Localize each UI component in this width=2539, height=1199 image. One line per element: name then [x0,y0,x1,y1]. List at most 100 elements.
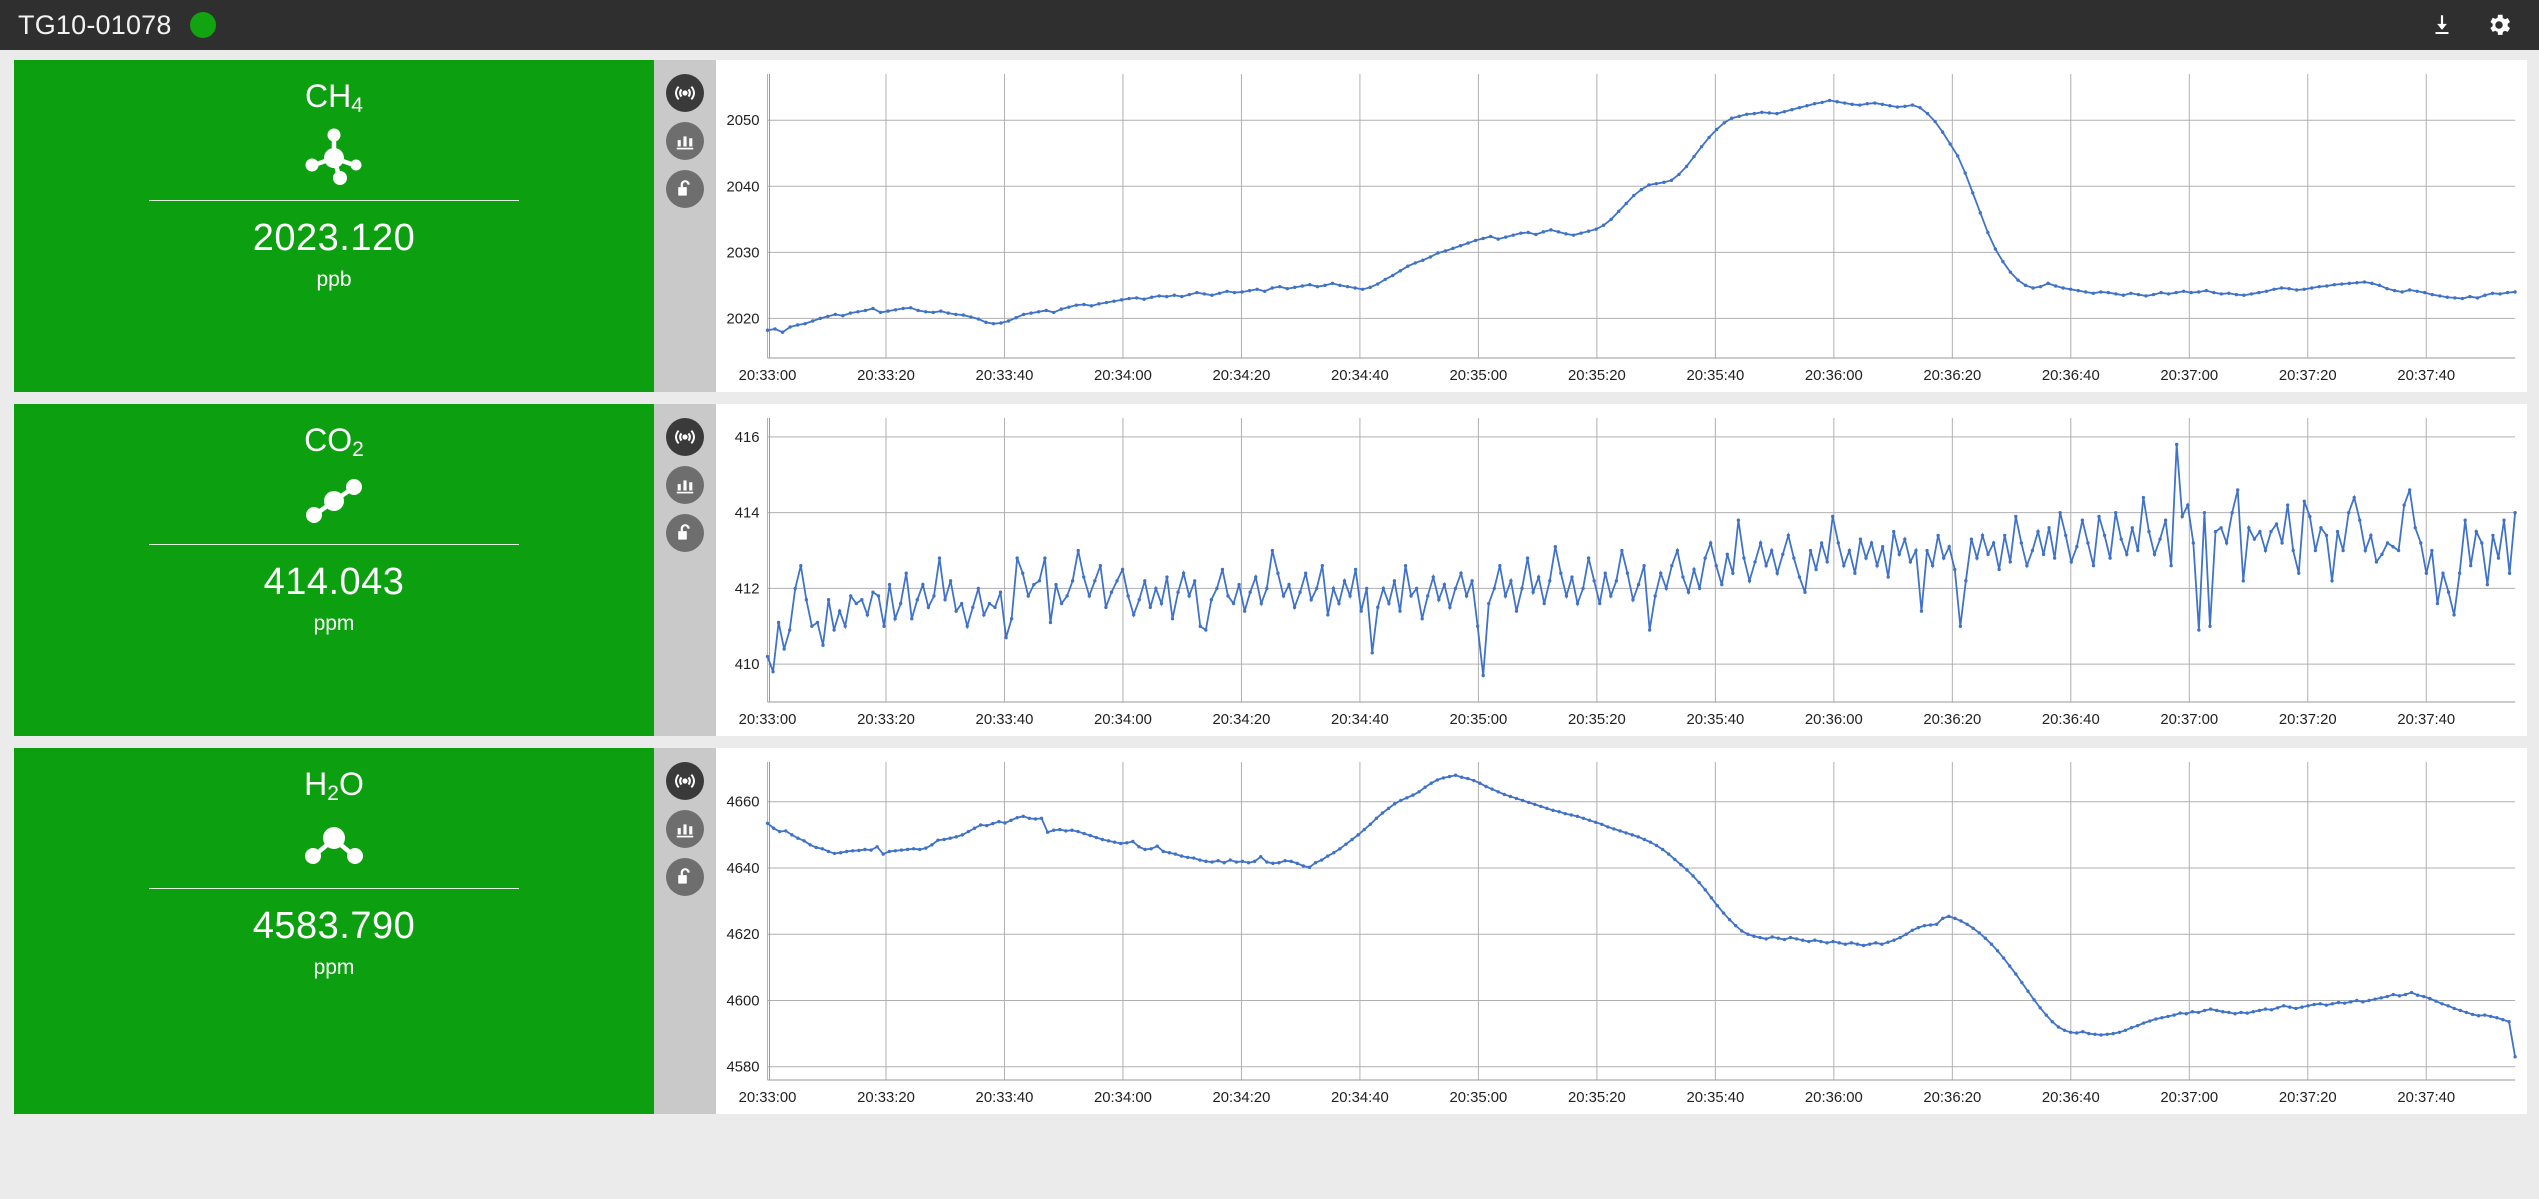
gas-formula-co2: CO2 [304,422,364,461]
x-tick-label: 20:35:00 [1449,367,1507,384]
icon-rail-ch4 [654,60,716,392]
gas-card-co2[interactable]: CO2 414.043 ppm [14,404,654,736]
gas-unit-h2o: ppm [313,956,355,979]
x-tick-label: 20:35:40 [1686,367,1744,384]
x-tick-label: 20:34:20 [1213,367,1271,384]
x-tick-label: 20:36:00 [1805,711,1863,728]
x-tick-label: 20:34:00 [1094,367,1152,384]
x-tick-label: 20:37:20 [2279,711,2337,728]
gas-card-h2o[interactable]: H2O 4583.790 ppm [14,748,654,1114]
water-molecule-icon [298,812,370,874]
y-tick-label: 412 [735,580,760,597]
x-tick-label: 20:37:00 [2160,1089,2218,1106]
y-tick-label: 2030 [727,244,760,261]
gear-icon[interactable] [2485,11,2513,39]
icon-rail-h2o [654,748,716,1114]
x-tick-label: 20:37:40 [2397,1089,2455,1106]
x-tick-label: 20:33:00 [739,367,797,384]
y-tick-label: 410 [735,656,760,673]
gas-row-h2o: H2O 4583.790 ppm 4580 4600 4620 4640 466… [14,748,2527,1114]
methane-molecule-icon [298,124,370,186]
x-tick-label: 20:33:20 [857,1089,915,1106]
y-tick-label: 4580 [727,1059,760,1076]
x-tick-label: 20:35:20 [1568,711,1626,728]
series-line [767,99,2516,334]
x-tick-label: 20:34:00 [1094,711,1152,728]
x-tick-label: 20:36:20 [1923,1089,1981,1106]
x-tick-label: 20:37:20 [2279,1089,2337,1106]
x-tick-label: 20:35:00 [1449,711,1507,728]
gas-row-co2: CO2 414.043 ppm 410 412 414 416 20:33:00… [14,404,2527,736]
x-tick-label: 20:34:20 [1213,1089,1271,1106]
x-tick-label: 20:36:00 [1805,1089,1863,1106]
unlock-icon[interactable] [666,514,704,552]
series-line [766,444,2516,676]
x-tick-label: 20:33:40 [976,1089,1034,1106]
carbon-dioxide-molecule-icon [298,468,370,530]
bar-chart-icon[interactable] [666,810,704,848]
x-tick-label: 20:33:20 [857,711,915,728]
y-tick-label: 416 [735,429,760,446]
gas-card-ch4[interactable]: CH4 2023.120 ppb [14,60,654,392]
x-tick-label: 20:36:40 [2042,1089,2100,1106]
x-tick-label: 20:37:40 [2397,367,2455,384]
y-tick-label: 2040 [727,178,760,195]
x-tick-label: 20:34:20 [1213,711,1271,728]
x-tick-label: 20:35:20 [1568,367,1626,384]
x-tick-label: 20:35:00 [1449,1089,1507,1106]
card-divider [149,544,519,545]
y-tick-label: 414 [735,505,760,522]
x-tick-label: 20:37:00 [2160,367,2218,384]
gas-formula-h2o: H2O [304,766,364,805]
x-tick-label: 20:36:00 [1805,367,1863,384]
y-tick-label: 2050 [727,112,760,129]
card-divider [149,888,519,889]
x-tick-label: 20:34:40 [1331,1089,1389,1106]
gas-row-ch4: CH4 2023.120 ppb 2020 2030 2040 2050 20:… [14,60,2527,392]
x-tick-label: 20:33:20 [857,367,915,384]
connection-status-indicator [189,12,216,38]
y-tick-label: 4660 [727,794,760,811]
unlock-icon[interactable] [666,170,704,208]
gas-unit-ch4: ppb [316,268,352,291]
x-tick-label: 20:33:00 [739,711,797,728]
titlebar-actions [2429,11,2513,39]
gas-value-ch4: 2023.120 [252,217,416,259]
x-tick-label: 20:36:40 [2042,367,2100,384]
download-icon[interactable] [2429,12,2455,38]
chart-panel-co2[interactable]: 410 412 414 416 20:33:00 20:33:20 20:33:40 20:3… [716,404,2527,736]
x-tick-label: 20:36:20 [1923,367,1981,384]
gas-rows-container: CH4 2023.120 ppb 2020 2030 2040 2050 20:… [0,50,2539,1199]
x-tick-label: 20:35:40 [1686,711,1744,728]
card-divider [149,200,519,201]
x-tick-label: 20:35:40 [1686,1089,1744,1106]
x-tick-label: 20:33:00 [739,1089,797,1106]
broadcast-icon[interactable] [666,74,704,112]
x-tick-label: 20:35:20 [1568,1089,1626,1106]
x-tick-label: 20:36:40 [2042,711,2100,728]
x-tick-label: 20:37:20 [2279,367,2337,384]
y-tick-label: 4640 [727,860,760,877]
y-tick-label: 4600 [727,992,760,1009]
device-id-label: TG10-01078 [18,9,172,40]
titlebar: TG10-01078 [0,0,2539,50]
x-tick-label: 20:34:00 [1094,1089,1152,1106]
x-tick-label: 20:37:00 [2160,711,2218,728]
chart-panel-ch4[interactable]: 2020 2030 2040 2050 20:33:00 20:33:20 20:33:40… [716,60,2527,392]
y-tick-label: 2020 [727,310,760,327]
x-tick-label: 20:37:40 [2397,711,2455,728]
broadcast-icon[interactable] [666,762,704,800]
broadcast-icon[interactable] [666,418,704,456]
gas-unit-co2: ppm [313,612,355,635]
x-tick-label: 20:33:40 [976,367,1034,384]
x-tick-label: 20:36:20 [1923,711,1981,728]
bar-chart-icon[interactable] [666,122,704,160]
x-tick-label: 20:34:40 [1331,367,1389,384]
chart-panel-h2o[interactable]: 4580 4600 4620 4640 4660 20:33:00 20:33:20 20:3… [716,748,2527,1114]
x-tick-label: 20:34:40 [1331,711,1389,728]
icon-rail-co2 [654,404,716,736]
gas-formula-ch4: CH4 [305,78,363,117]
bar-chart-icon[interactable] [666,466,704,504]
unlock-icon[interactable] [666,858,704,896]
gas-value-h2o: 4583.790 [252,905,416,947]
